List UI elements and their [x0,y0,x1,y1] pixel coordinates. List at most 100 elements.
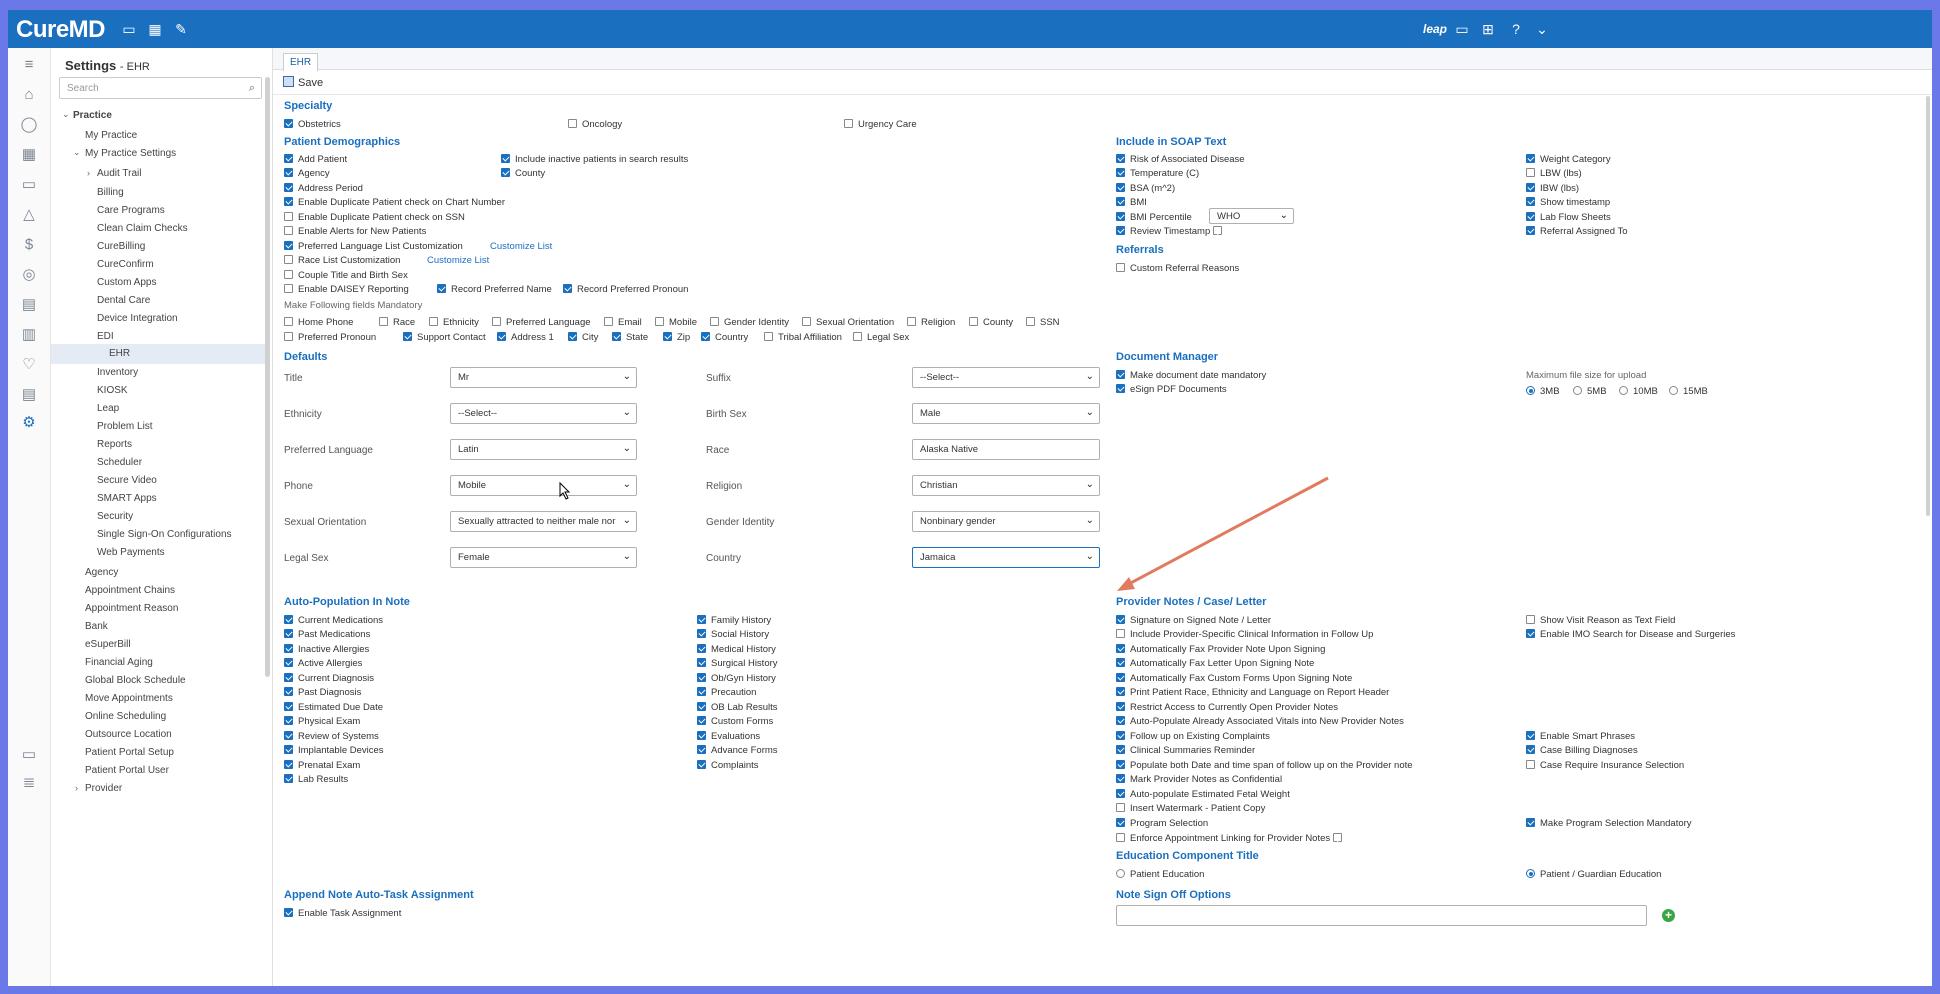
sidebar-item-smart-apps[interactable]: SMART Apps [97,493,157,504]
dup-ssn-checkbox[interactable]: Enable Duplicate Patient check on SSN [284,212,465,224]
address-period-checkbox[interactable]: Address Period [284,183,363,195]
sidebar-item-my-practice-settings[interactable]: My Practice Settings [85,148,176,159]
bmi-checkbox[interactable]: BMI [1116,197,1147,209]
wand-icon[interactable]: ✎ [172,20,190,38]
m-gender-checkbox[interactable]: Gender Identity [710,317,789,329]
sidebar-item-dental-care[interactable]: Dental Care [97,295,150,306]
building-icon[interactable]: ▥ [18,324,40,346]
sidebar-item-appointment-chains[interactable]: Appointment Chains [85,585,175,596]
date-mandatory-checkbox[interactable]: Make document date mandatory [1116,370,1266,382]
add-icon[interactable]: + [1662,909,1675,922]
m-ssn-checkbox[interactable]: SSN [1026,317,1060,329]
bmi-percentile-select[interactable]: WHO ⌄ [1209,208,1294,224]
show-visit-reason-checkbox[interactable]: Show Visit Reason as Text Field [1526,615,1675,627]
tab-ehr[interactable]: EHR [283,53,319,71]
folder-icon[interactable]: ▭ [18,174,40,196]
patient-education-radio[interactable]: Patient Education [1116,869,1204,881]
sidebar-item-reports[interactable]: Reports [97,439,132,450]
sidebar-item-leap[interactable]: Leap [97,403,119,414]
autopop-item[interactable]: Lab Results [284,774,348,786]
pn-item[interactable]: Follow up on Existing Complaints [1116,731,1270,743]
m-county-checkbox[interactable]: County [969,317,1013,329]
sidebar-item-move-appointments[interactable]: Move Appointments [85,693,173,704]
sidebar-item-security[interactable]: Security [97,511,133,522]
calendar-icon[interactable]: ▦ [146,20,164,38]
sidebar-item-device-integration[interactable]: Device Integration [97,313,178,324]
m-mobile-checkbox[interactable]: Mobile [655,317,697,329]
sidebar-item-edi[interactable]: EDI [97,331,114,342]
pn-item[interactable]: Signature on Signed Note / Letter [1116,615,1271,627]
pn-item[interactable]: Restrict Access to Currently Open Provid… [1116,702,1338,714]
m-pronoun-checkbox[interactable]: Preferred Pronoun [284,332,376,344]
enable-task-checkbox[interactable]: Enable Task Assignment [284,908,401,920]
urgency-care-checkbox[interactable]: Urgency Care [844,119,917,131]
calendar-icon[interactable]: ▦ [18,144,40,166]
autopop-item[interactable]: Advance Forms [697,745,778,757]
autopop-item[interactable]: Ob/Gyn History [697,673,776,685]
pn-item[interactable]: Enforce Appointment Linking for Provider… [1116,833,1347,845]
autopop-item[interactable]: Social History [697,629,769,641]
m-pref-lang-checkbox[interactable]: Preferred Language [492,317,591,329]
case-billing-checkbox[interactable]: Case Billing Diagnoses [1526,745,1638,757]
case-insurance-checkbox[interactable]: Case Require Insurance Selection [1526,760,1684,772]
m-race-checkbox[interactable]: Race [379,317,415,329]
sign-off-field[interactable] [1116,905,1647,926]
guardian-education-radio[interactable]: Patient / Guardian Education [1526,869,1661,881]
pn-item[interactable]: Populate both Date and time span of foll… [1116,760,1413,772]
weight-category-checkbox[interactable]: Weight Category [1526,154,1611,166]
autopop-item[interactable]: Current Medications [284,615,383,627]
sidebar-item-appointment-reason[interactable]: Appointment Reason [85,603,178,614]
birth-sex-select[interactable]: Male ⌄ [912,403,1100,424]
country-select[interactable]: Jamaica ⌄ [912,547,1100,568]
pn-item[interactable]: Automatically Fax Provider Note Upon Sig… [1116,644,1325,656]
sidebar-item-care-programs[interactable]: Care Programs [97,205,165,216]
county-checkbox[interactable]: County [501,168,545,180]
sliders-icon[interactable]: ≣ [18,772,40,794]
sidebar-item-audit-trail[interactable]: Audit Trail [97,168,141,179]
lbw-checkbox[interactable]: LBW (lbs) [1526,168,1582,180]
add-patient-checkbox[interactable]: Add Patient [284,154,347,166]
bsa-checkbox[interactable]: BSA (m^2) [1116,183,1175,195]
pn-item[interactable]: Include Provider-Specific Clinical Infor… [1116,629,1373,641]
race-list-checkbox[interactable]: Race List Customization [284,255,400,267]
info-icon[interactable]: i [1213,226,1223,237]
autopop-item[interactable]: Implantable Devices [284,745,384,757]
sidebar-item-billing[interactable]: Billing [97,187,124,198]
sidebar-item-my-practice[interactable]: My Practice [85,130,137,141]
bmi-percentile-checkbox[interactable]: BMI Percentile [1116,212,1192,224]
sidebar-item-web-payments[interactable]: Web Payments [97,547,165,558]
sidebar-item-patient-portal-setup[interactable]: Patient Portal Setup [85,747,174,758]
sidebar-item-patient-portal-user[interactable]: Patient Portal User [85,765,169,776]
autopop-item[interactable]: OB Lab Results [697,702,778,714]
risk-checkbox[interactable]: Risk of Associated Disease [1116,154,1245,166]
autopop-item[interactable]: Review of Systems [284,731,379,743]
search-input[interactable]: Search ⌕ [59,77,262,99]
heart-icon[interactable]: ♡ [18,354,40,376]
sidebar-item-outsource-location[interactable]: Outsource Location [85,729,172,740]
lab-flow-sheets-checkbox[interactable]: Lab Flow Sheets [1526,212,1611,224]
chevron-right-icon[interactable]: › [75,783,78,793]
leap-logo[interactable]: leap [1420,20,1450,38]
autopop-item[interactable]: Complaints [697,760,759,772]
message-icon[interactable]: ▭ [1453,20,1471,38]
autopop-item[interactable]: Family History [697,615,771,627]
sidebar-item-financial-aging[interactable]: Financial Aging [85,657,153,668]
chevron-down-icon[interactable]: ⌄ [62,109,70,120]
preferred-language-select[interactable]: Latin ⌄ [450,439,637,460]
imo-search-checkbox[interactable]: Enable IMO Search for Disease and Surger… [1526,629,1735,641]
daisey-checkbox[interactable]: Enable DAISEY Reporting [284,284,409,296]
legal-sex-select[interactable]: Female ⌄ [450,547,637,568]
pn-item[interactable]: Auto-populate Estimated Fetal Weight [1116,789,1290,801]
show-timestamp-checkbox[interactable]: Show timestamp [1526,197,1610,209]
size-3mb-radio[interactable]: 3MB [1526,386,1560,398]
smart-phrases-checkbox[interactable]: Enable Smart Phrases [1526,731,1635,743]
sidebar-item-provider[interactable]: Provider [85,783,122,794]
sidebar-item-global-block[interactable]: Global Block Schedule [85,675,186,686]
oncology-checkbox[interactable]: Oncology [568,119,622,131]
help-icon[interactable]: ? [1507,20,1525,38]
autopop-item[interactable]: Precaution [697,687,756,699]
m-address1-checkbox[interactable]: Address 1 [497,332,554,344]
sidebar-item-bank[interactable]: Bank [85,621,108,632]
size-10mb-radio[interactable]: 10MB [1619,386,1658,398]
payment-icon[interactable]: ◎ [18,264,40,286]
